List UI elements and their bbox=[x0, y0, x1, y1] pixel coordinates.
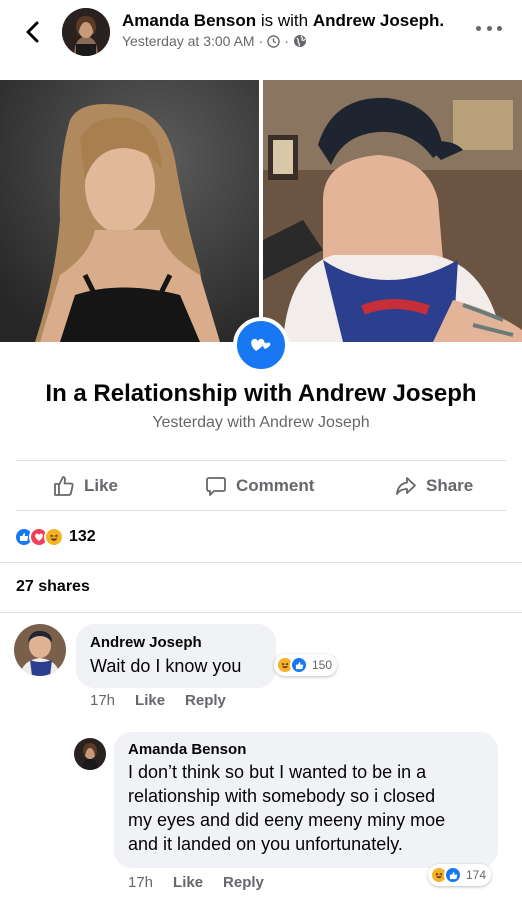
separator: · bbox=[258, 33, 264, 49]
like-reaction-icon bbox=[444, 866, 462, 884]
reply-text: I don’t think so but I wanted to be in a… bbox=[128, 760, 484, 856]
like-label: Like bbox=[84, 476, 119, 495]
comment-meta: 17h Like Reply bbox=[90, 692, 226, 709]
post-meta: Yesterday at 3:00 AM · · bbox=[122, 33, 444, 49]
back-button[interactable] bbox=[20, 18, 44, 46]
dot-icon bbox=[486, 25, 492, 31]
comment-icon bbox=[206, 477, 226, 496]
comment-bubble[interactable]: Andrew Joseph Wait do I know you bbox=[76, 624, 276, 688]
relationship-photos bbox=[0, 80, 522, 342]
hearts-icon bbox=[251, 338, 271, 351]
reply-line: relationship with somebody so i closed bbox=[128, 786, 436, 806]
thumbs-up-icon bbox=[54, 476, 74, 496]
clock-icon bbox=[267, 34, 280, 48]
with-text: is with bbox=[260, 11, 309, 30]
share-label: Share bbox=[426, 476, 474, 495]
author-name[interactable]: Amanda Benson bbox=[122, 11, 256, 30]
reply-time[interactable]: 17h bbox=[128, 874, 153, 891]
commenter-avatar[interactable] bbox=[14, 624, 66, 676]
comment-button[interactable]: Comment bbox=[204, 462, 314, 510]
like-reaction-icon bbox=[290, 656, 308, 674]
comment-reply-button[interactable]: Reply bbox=[185, 692, 226, 709]
comment-reactions[interactable]: 150 bbox=[274, 654, 338, 676]
photo-andrew[interactable] bbox=[263, 80, 522, 342]
reply-reply-button[interactable]: Reply bbox=[223, 874, 264, 891]
reply-line: I don’t think so but I wanted to be in a bbox=[128, 762, 427, 782]
like-button[interactable]: Like bbox=[52, 462, 118, 510]
comment-like-button[interactable]: Like bbox=[135, 692, 165, 709]
reply-like-button[interactable]: Like bbox=[173, 874, 203, 891]
reply-line: my eyes and did eeny meeny miny moe bbox=[128, 810, 446, 830]
shares-count[interactable]: 27 shares bbox=[16, 578, 90, 596]
divider bbox=[0, 562, 522, 563]
comment-label: Comment bbox=[236, 476, 315, 495]
reply-author[interactable]: Amanda Benson bbox=[128, 741, 484, 758]
post-actions: Like Comment Share bbox=[0, 462, 522, 510]
reply-avatar[interactable] bbox=[74, 738, 106, 770]
post-page: Amanda Benson is with Andrew Joseph. Yes… bbox=[0, 0, 522, 900]
comment-reaction-count: 150 bbox=[312, 658, 333, 672]
divider bbox=[16, 460, 506, 461]
reply-meta: 17h Like Reply bbox=[128, 874, 264, 891]
author-avatar[interactable] bbox=[62, 8, 110, 56]
relationship-subtitle: Yesterday with Andrew Joseph bbox=[152, 414, 370, 431]
tagged-name[interactable]: Andrew Joseph. bbox=[313, 11, 444, 30]
reply-bubble[interactable]: Amanda Benson I don’t think so but I wan… bbox=[114, 732, 498, 868]
header-text: Amanda Benson is with Andrew Joseph. Yes… bbox=[122, 10, 444, 49]
photo-amanda[interactable] bbox=[0, 80, 259, 342]
reaction-summary[interactable]: 132 bbox=[14, 526, 96, 548]
comment-author[interactable]: Andrew Joseph bbox=[90, 634, 262, 651]
reply-reactions[interactable]: 174 bbox=[428, 864, 492, 886]
separator-2: · bbox=[284, 33, 289, 49]
comment-text: Wait do I know you bbox=[90, 656, 242, 676]
divider bbox=[16, 510, 506, 511]
globe-icon bbox=[293, 35, 306, 47]
haha-reaction-icon bbox=[44, 527, 64, 547]
share-button[interactable]: Share bbox=[394, 462, 473, 510]
reply-line: and it landed on you unfortunately. bbox=[128, 834, 403, 854]
reaction-count: 132 bbox=[69, 528, 96, 545]
chevron-left-icon bbox=[26, 21, 39, 43]
share-icon bbox=[396, 477, 416, 495]
reply-reaction-count: 174 bbox=[466, 868, 487, 882]
relationship-title: In a Relationship with Andrew Joseph bbox=[45, 380, 477, 407]
post-time[interactable]: Yesterday at 3:00 AM bbox=[122, 33, 255, 49]
relationship-badge bbox=[233, 317, 289, 373]
dot-icon bbox=[497, 25, 502, 31]
divider bbox=[0, 612, 522, 613]
dot-icon bbox=[476, 25, 481, 31]
header-title: Amanda Benson is with Andrew Joseph. bbox=[122, 10, 444, 31]
comment-time[interactable]: 17h bbox=[90, 692, 115, 709]
post-header: Amanda Benson is with Andrew Joseph. Yes… bbox=[0, 0, 522, 80]
more-options-button[interactable] bbox=[476, 22, 502, 34]
